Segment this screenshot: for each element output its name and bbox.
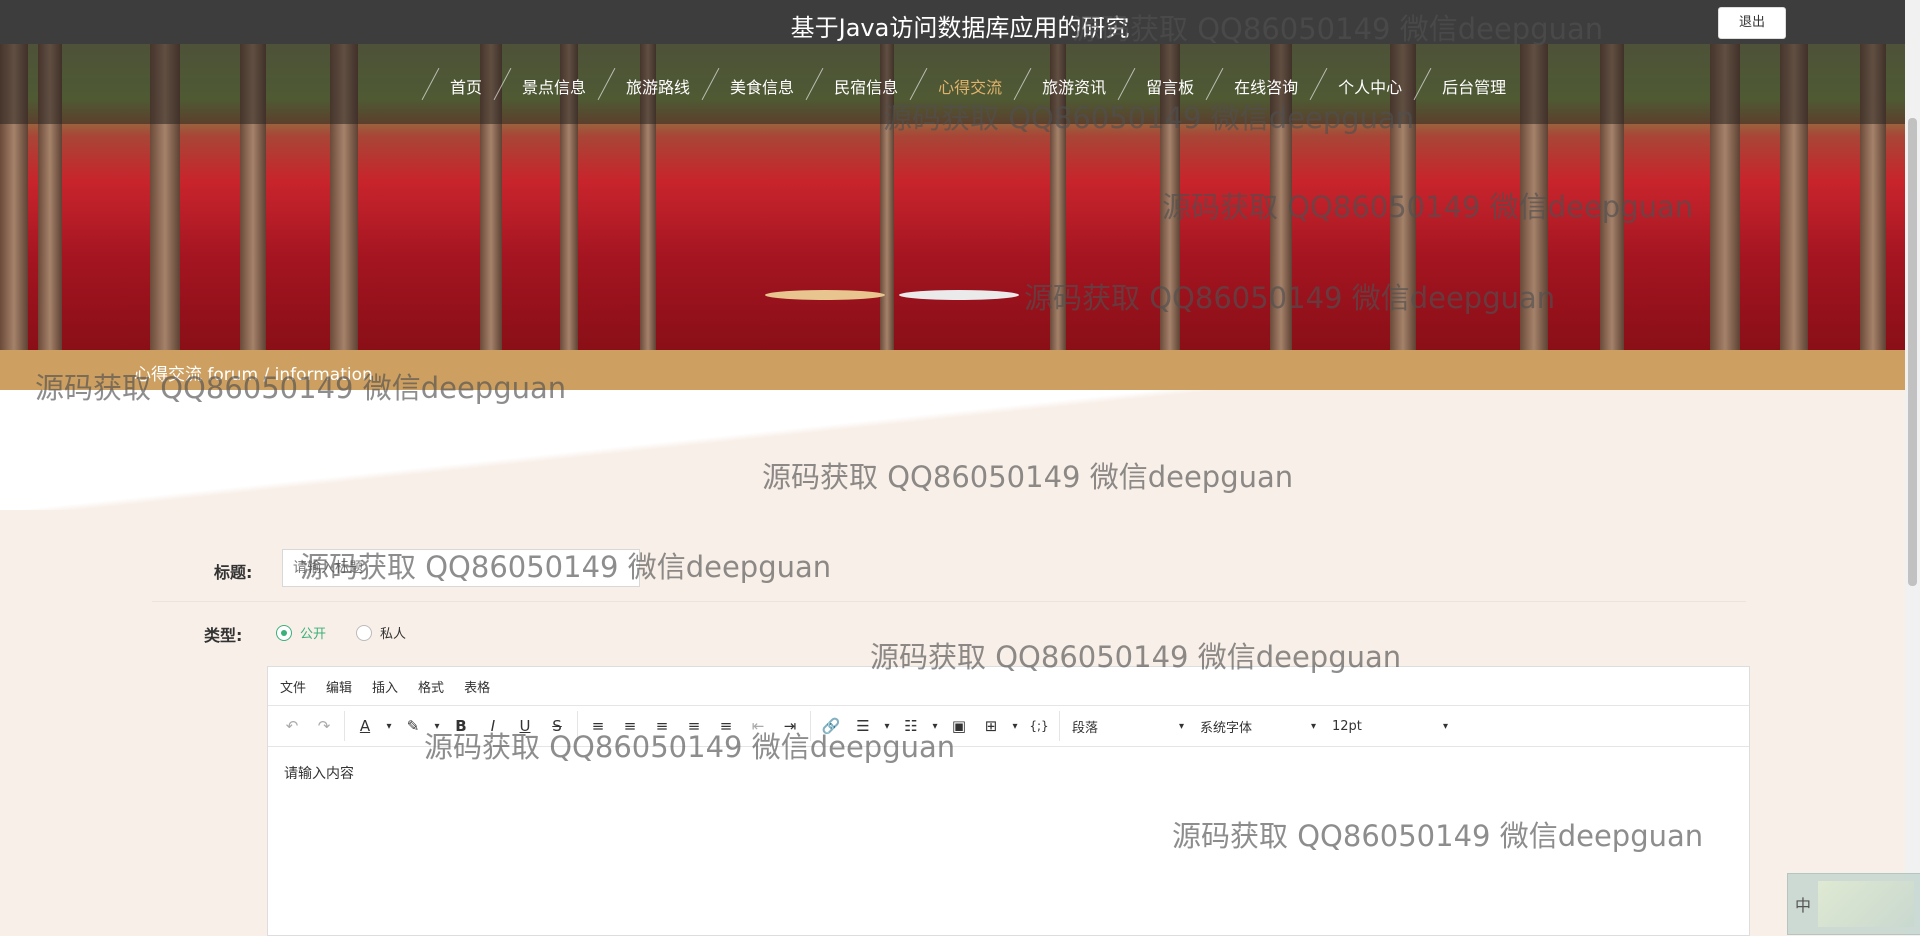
menu-format[interactable]: 格式 [418, 677, 444, 696]
carousel-dot[interactable] [899, 290, 1019, 300]
nav-item[interactable]: 美食信息 [710, 74, 814, 98]
italic-icon[interactable]: I [477, 712, 509, 740]
bullet-list-icon[interactable]: ☰ [847, 712, 879, 740]
chevron-down-icon: ▾ [1442, 720, 1448, 732]
breadcrumb: 心得交流 forum / information [134, 365, 373, 385]
menu-insert[interactable]: 插入 [372, 677, 398, 696]
ime-mode[interactable]: 中 [1788, 892, 1818, 916]
decorative-wave [0, 390, 1905, 510]
form-divider [152, 601, 1746, 602]
nav-list: 首页 景点信息 旅游路线 美食信息 民宿信息 心得交流 旅游资讯 留言板 在线咨询 个人中心 后台管… [430, 74, 1526, 98]
text-color-icon[interactable]: A [349, 712, 381, 740]
nav-item[interactable]: 首页 [430, 74, 502, 98]
editor-toolbar: ↶ ↷ A ▾ ✎ ▾ B I U S ≡ ≡ ≡ ≡ ≡ ⇤ ⇥ 🔗 ☰ ▾ … [268, 706, 1749, 747]
redo-icon[interactable]: ↷ [308, 712, 340, 740]
image-icon[interactable]: ▣ [943, 712, 975, 740]
editor-content[interactable]: 请输入内容 [268, 747, 1749, 799]
chevron-down-icon: ▾ [1178, 720, 1184, 732]
nav-item[interactable]: 心得交流 [918, 74, 1022, 98]
font-select-value: 系统字体 [1200, 720, 1253, 736]
editor-menubar: 文件 编辑 插入 格式 表格 [268, 667, 1749, 706]
scrollbar-thumb[interactable] [1908, 118, 1917, 586]
radio-unchecked-icon [356, 624, 372, 641]
chevron-down-icon[interactable]: ▾ [927, 712, 943, 740]
table-icon[interactable]: ⊞ [975, 712, 1007, 740]
align-left-icon[interactable]: ≡ [614, 712, 646, 740]
font-size-select-value: 12pt [1332, 718, 1362, 734]
nav-item[interactable]: 后台管理 [1422, 74, 1526, 98]
strikethrough-icon[interactable]: S [541, 712, 573, 740]
nav-item[interactable]: 民宿信息 [814, 74, 918, 98]
carousel-indicators [765, 290, 1019, 300]
nav-item[interactable]: 在线咨询 [1214, 74, 1318, 98]
site-title: 基于Java访问数据库应用的研究 [790, 14, 1130, 42]
menu-file[interactable]: 文件 [280, 677, 306, 696]
logout-button[interactable]: 退出 [1718, 7, 1786, 39]
post-form: 标题: 类型: 公开 私人 文件 编辑 插入 格式 表格 ↶ ↷ A ▾ ✎ ▾… [0, 510, 1905, 936]
ime-widget[interactable]: 中 [1787, 873, 1920, 935]
align-right-icon[interactable]: ≡ [678, 712, 710, 740]
bold-icon[interactable]: B [445, 712, 477, 740]
code-icon[interactable]: {;} [1023, 712, 1055, 740]
paragraph-select[interactable]: 段落 ▾ [1064, 717, 1192, 736]
menu-table[interactable]: 表格 [464, 677, 490, 696]
nav-item[interactable]: 景点信息 [502, 74, 606, 98]
type-label: 类型: [204, 626, 243, 645]
nav-item[interactable]: 旅游路线 [606, 74, 710, 98]
chevron-down-icon[interactable]: ▾ [381, 712, 397, 740]
font-size-select[interactable]: 12pt ▾ [1324, 719, 1456, 734]
title-label: 标题: [214, 563, 253, 582]
numbered-list-icon[interactable]: ☷ [895, 712, 927, 740]
paragraph-select-value: 段落 [1072, 720, 1099, 736]
top-bar: 基于Java访问数据库应用的研究 退出 [0, 0, 1920, 44]
title-input[interactable] [282, 549, 640, 587]
ime-skin-image [1818, 881, 1914, 927]
chevron-down-icon: ▾ [1310, 720, 1316, 732]
line-height-icon[interactable]: ≡ [582, 712, 614, 740]
carousel-dot-active[interactable] [765, 290, 885, 300]
underline-icon[interactable]: U [509, 712, 541, 740]
radio-private-label: 私人 [380, 627, 407, 642]
indent-icon[interactable]: ⇥ [774, 712, 806, 740]
rich-text-editor: 文件 编辑 插入 格式 表格 ↶ ↷ A ▾ ✎ ▾ B I U S ≡ ≡ ≡… [267, 666, 1750, 936]
nav-item[interactable]: 旅游资讯 [1022, 74, 1126, 98]
main-nav: 首页 景点信息 旅游路线 美食信息 民宿信息 心得交流 旅游资讯 留言板 在线咨询 个人中心 后台管… [0, 44, 1905, 124]
link-icon[interactable]: 🔗 [815, 712, 847, 740]
highlight-icon[interactable]: ✎ [397, 712, 429, 740]
font-select[interactable]: 系统字体 ▾ [1192, 717, 1324, 736]
radio-public-label: 公开 [300, 627, 327, 642]
page-scrollbar[interactable] [1905, 0, 1920, 936]
radio-public[interactable]: 公开 [276, 623, 326, 642]
radio-private[interactable]: 私人 [356, 623, 406, 642]
align-justify-icon[interactable]: ≡ [710, 712, 742, 740]
nav-item[interactable]: 个人中心 [1318, 74, 1422, 98]
nav-item[interactable]: 留言板 [1126, 74, 1214, 98]
breadcrumb-bar: 心得交流 forum / information [0, 350, 1905, 390]
chevron-down-icon[interactable]: ▾ [429, 712, 445, 740]
align-center-icon[interactable]: ≡ [646, 712, 678, 740]
chevron-down-icon[interactable]: ▾ [1007, 712, 1023, 740]
menu-edit[interactable]: 编辑 [326, 677, 352, 696]
outdent-icon[interactable]: ⇤ [742, 712, 774, 740]
undo-icon[interactable]: ↶ [276, 712, 308, 740]
radio-checked-icon [276, 624, 292, 641]
chevron-down-icon[interactable]: ▾ [879, 712, 895, 740]
